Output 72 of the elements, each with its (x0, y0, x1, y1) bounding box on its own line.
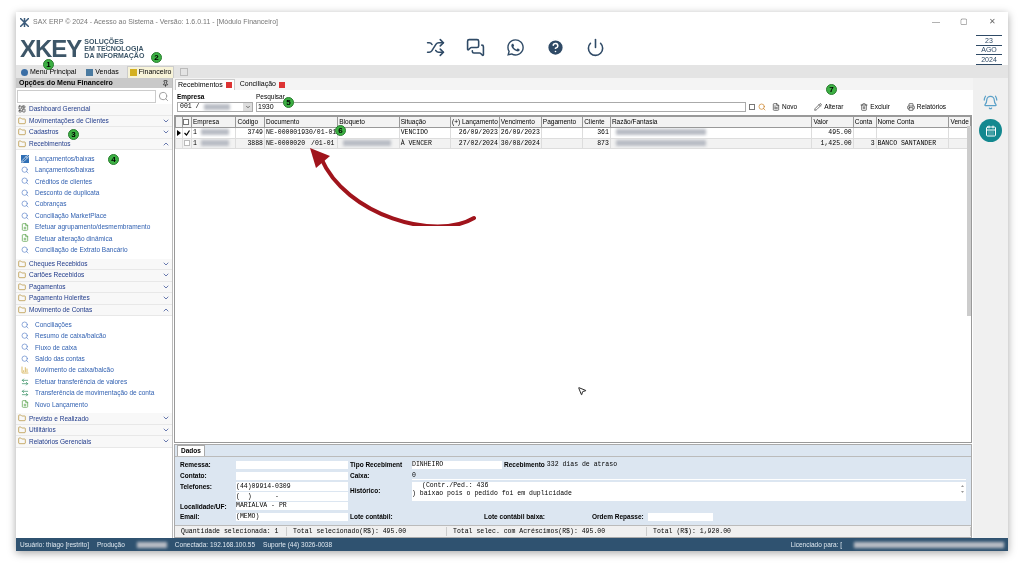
search-icon (21, 332, 29, 341)
redacted-bar (136, 541, 167, 548)
bell-icon[interactable] (983, 95, 998, 110)
search-icon[interactable] (158, 91, 169, 102)
number-marker: 6 (335, 125, 346, 136)
dashboard-icon (18, 105, 26, 114)
folder-icon (18, 128, 26, 137)
search-icon (21, 354, 29, 363)
search-icon (21, 245, 29, 254)
input-field[interactable] (236, 471, 348, 480)
folder-icon (18, 282, 26, 291)
document-icon (21, 223, 29, 232)
transfer-icon (21, 377, 29, 386)
redacted-bar (200, 139, 229, 146)
search-field[interactable] (17, 90, 156, 103)
input-field[interactable] (236, 460, 348, 469)
pencil-icon (21, 154, 29, 163)
number-marker: 2 (151, 52, 162, 63)
scrollbar[interactable] (967, 126, 971, 316)
search-icon (21, 343, 29, 352)
pencil-icon (814, 103, 823, 111)
number-marker: 4 (108, 154, 119, 165)
transfer-icon (21, 389, 29, 398)
folder-icon (18, 139, 26, 148)
folder-icon (18, 294, 26, 303)
maximize-button[interactable]: ▢ (952, 16, 976, 28)
folder-icon (18, 305, 26, 314)
search-icon (21, 166, 29, 175)
search-icon (21, 177, 29, 186)
search-icon[interactable] (758, 103, 766, 111)
select-all-checkbox[interactable] (183, 118, 189, 125)
trash-icon (860, 103, 869, 111)
search-icon (21, 211, 29, 220)
minimize-button[interactable]: — (924, 16, 948, 28)
document-icon (21, 234, 29, 243)
redacted-bar (343, 139, 392, 146)
document-icon (772, 103, 780, 111)
redacted-bar (203, 104, 230, 110)
close-button[interactable]: ✕ (980, 16, 1004, 28)
power-icon[interactable] (586, 38, 605, 57)
mouse-cursor-icon (577, 386, 587, 396)
app-logo-icon (20, 17, 29, 27)
number-marker: 7 (826, 84, 837, 95)
row-checkbox[interactable] (184, 140, 190, 147)
redacted-bar (200, 129, 229, 136)
search-icon (21, 320, 29, 329)
folder-icon (18, 271, 26, 280)
document-icon (21, 400, 29, 409)
input-field[interactable] (647, 513, 713, 522)
search-icon (21, 188, 29, 197)
pin-icon[interactable] (162, 79, 169, 87)
logo-wordmark: XKEY (20, 37, 82, 60)
folder-icon (18, 414, 26, 423)
checkbox[interactable] (749, 104, 755, 110)
dropdown-icon[interactable] (244, 104, 251, 110)
help-icon[interactable] (546, 38, 565, 57)
row-checkbox[interactable] (184, 129, 190, 136)
search-icon (21, 200, 29, 209)
number-marker: 3 (68, 129, 79, 140)
shuffle-icon[interactable] (426, 38, 445, 57)
folder-icon (18, 116, 26, 125)
whatsapp-icon[interactable] (506, 38, 525, 57)
close-tab-icon[interactable] (180, 68, 189, 76)
number-marker: 5 (283, 97, 294, 108)
folder-icon (18, 437, 26, 446)
folder-icon (18, 259, 26, 268)
printer-icon (906, 103, 915, 111)
chart-icon (21, 366, 29, 375)
calendar-button[interactable] (979, 119, 1002, 142)
folder-icon (18, 425, 26, 434)
calendar-icon (984, 124, 997, 137)
chat-icon[interactable] (466, 38, 485, 57)
